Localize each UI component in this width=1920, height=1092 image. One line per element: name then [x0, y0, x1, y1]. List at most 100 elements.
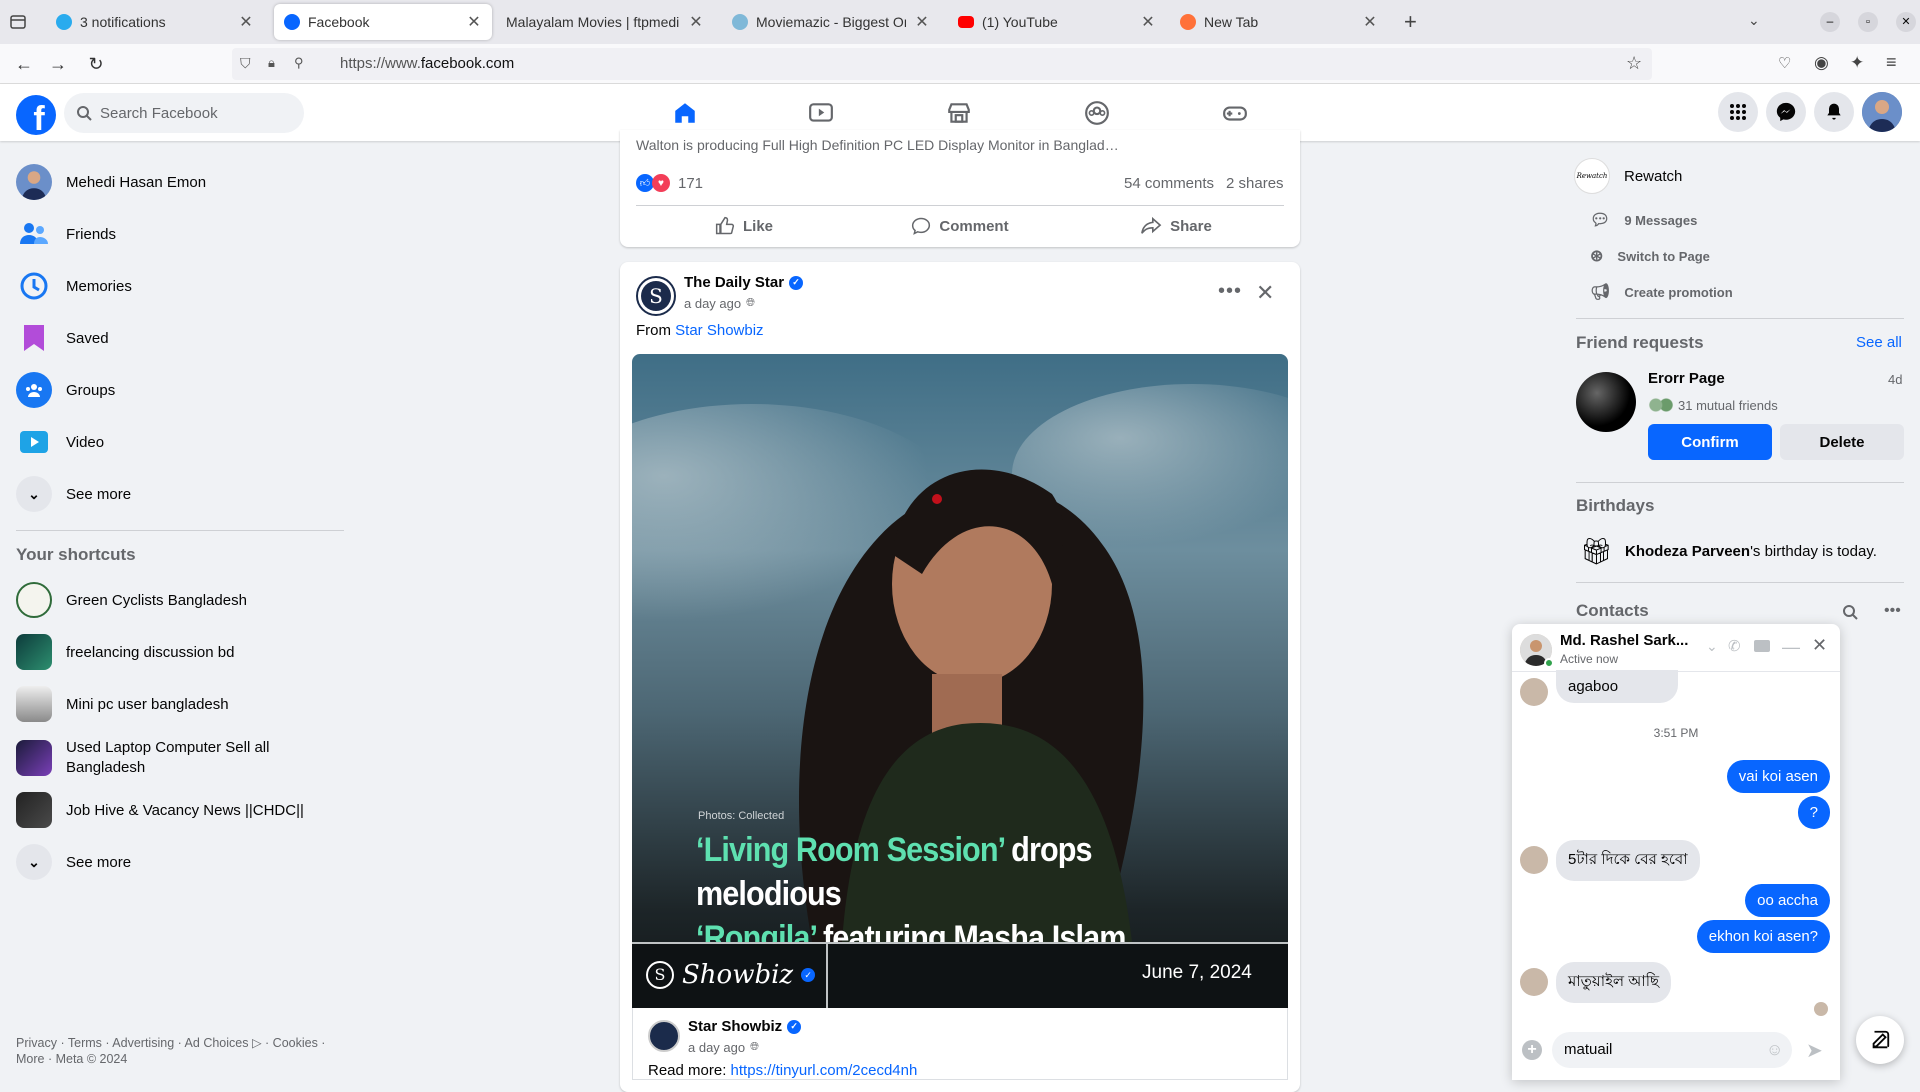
sidebar-item-video[interactable]: Video	[16, 424, 104, 460]
marketplace-icon	[948, 103, 970, 123]
sidebar-item-memories[interactable]: Memories	[16, 268, 132, 304]
source-page-link[interactable]: Star Showbiz	[675, 322, 763, 339]
globe-icon: 🌐︎	[750, 1041, 759, 1053]
browser-tab-newtab[interactable]: New Tab ✕	[1170, 4, 1388, 40]
message-bubble: ?	[1797, 796, 1830, 829]
page-avatar[interactable]: S	[636, 276, 676, 316]
share-button[interactable]: Share	[1068, 210, 1284, 242]
link-preview-snippet[interactable]: Walton is producing Full High Definition…	[636, 137, 1276, 153]
reload-icon[interactable]: ↻	[84, 52, 108, 76]
browser-tab-facebook[interactable]: Facebook ✕	[274, 4, 492, 40]
permissions-icon[interactable]: ⚲	[294, 55, 304, 71]
message-avatar	[1520, 968, 1548, 996]
chat-window: Md. Rashel Sark... Active now ⌄ ✆ — ✕ ag…	[1512, 624, 1840, 1080]
chevron-down-icon[interactable]: ⌄	[1706, 638, 1718, 655]
switch-to-page[interactable]: ⊛ Switch to Page	[1590, 246, 1710, 266]
requester-name[interactable]: Erorr Page	[1648, 370, 1725, 387]
shortcut-item[interactable]: Green Cyclists Bangladesh	[16, 582, 247, 618]
shared-page-avatar[interactable]	[648, 1020, 680, 1052]
minimize-chat-icon[interactable]: —	[1782, 637, 1800, 658]
url-text[interactable]: https://www.facebook.com	[340, 55, 514, 72]
grid-icon	[1730, 104, 1746, 120]
sidebar-item-saved[interactable]: Saved	[16, 320, 109, 356]
bookmark-star-icon[interactable]: ☆	[1626, 53, 1642, 74]
close-window-icon[interactable]: ✕	[1896, 12, 1916, 32]
shield-icon[interactable]: ⛉	[240, 55, 251, 72]
close-tab-icon[interactable]: ✕	[688, 12, 704, 32]
maximize-window-icon[interactable]: ▫	[1858, 12, 1878, 32]
requester-avatar[interactable]	[1576, 372, 1636, 432]
lock-icon[interactable]: 🔒︎	[268, 55, 275, 71]
close-tab-icon[interactable]: ✕	[466, 12, 482, 32]
menu-grid-button[interactable]	[1718, 92, 1758, 132]
post-author[interactable]: The Daily Star ✓	[684, 274, 804, 291]
new-tab-icon[interactable]: +	[1404, 9, 1417, 35]
page-switcher[interactable]: Rewatch Rewatch	[1574, 158, 1682, 194]
pocket-icon[interactable]: ♡	[1778, 54, 1791, 72]
post-time[interactable]: a day ago 🌐︎	[684, 296, 755, 311]
birthday-item[interactable]: 🎁︎ Khodeza Parveen's birthday is today.	[1580, 536, 1877, 567]
send-icon[interactable]: ➤	[1806, 1038, 1823, 1063]
comment-button[interactable]: Comment	[852, 210, 1068, 242]
confirm-button[interactable]: Confirm	[1648, 424, 1772, 460]
page-messages[interactable]: 💬︎ 9 Messages	[1590, 210, 1697, 230]
close-icon[interactable]: ✕	[1256, 280, 1274, 306]
close-chat-icon[interactable]: ✕	[1812, 635, 1827, 656]
extensions-icon[interactable]: ✦	[1850, 53, 1864, 73]
browser-tab-malayalam[interactable]: Malayalam Movies | ftpmedi ✕	[496, 4, 714, 40]
phone-icon[interactable]: ✆	[1728, 637, 1741, 655]
close-tab-icon[interactable]: ✕	[238, 12, 254, 32]
mutual-friends[interactable]: 31 mutual friends	[1648, 397, 1778, 413]
message-input[interactable]: matuail	[1552, 1032, 1792, 1068]
shares-count[interactable]: 2 shares	[1226, 175, 1284, 192]
delete-button[interactable]: Delete	[1780, 424, 1904, 460]
see-more-button[interactable]: ⌄ See more	[16, 476, 131, 512]
app-menu-icon[interactable]: ≡	[1886, 52, 1897, 73]
sidebar-item-friends[interactable]: Friends	[16, 216, 116, 252]
account-icon[interactable]: ◉	[1814, 53, 1829, 73]
facebook-logo-icon[interactable]: f	[16, 95, 56, 135]
shared-author[interactable]: Star Showbiz ✓	[688, 1018, 802, 1035]
close-tab-icon[interactable]: ✕	[914, 12, 930, 32]
post-image[interactable]: Photos: Collected ‘Living Room Session’ …	[632, 354, 1288, 1008]
shortcut-item[interactable]: Job Hive & Vacancy News ||CHDC||	[16, 792, 304, 828]
reactions-summary[interactable]: 👍︎ ♥ 171	[636, 174, 703, 192]
add-attachment-icon[interactable]: +	[1522, 1040, 1542, 1060]
more-options-icon[interactable]: •••	[1218, 280, 1242, 303]
see-more-shortcuts-button[interactable]: ⌄ See more	[16, 844, 131, 880]
chat-contact-name[interactable]: Md. Rashel Sark...	[1560, 632, 1688, 649]
shortcut-item[interactable]: Mini pc user bangladesh	[16, 686, 229, 722]
browser-tab-youtube[interactable]: (1) YouTube ✕	[948, 4, 1166, 40]
search-contacts-icon[interactable]	[1842, 604, 1858, 625]
messenger-icon	[1776, 102, 1796, 122]
forward-icon[interactable]: →	[46, 52, 70, 76]
tab-list-icon[interactable]	[8, 12, 28, 32]
like-button[interactable]: Like	[636, 210, 852, 242]
messenger-button[interactable]	[1766, 92, 1806, 132]
close-tab-icon[interactable]: ✕	[1140, 12, 1156, 32]
read-more-link[interactable]: https://tinyurl.com/2cecd4nh	[731, 1062, 918, 1079]
browser-tab-telegram[interactable]: 3 notifications ✕	[46, 4, 264, 40]
shortcut-item[interactable]: Used Laptop Computer Sell all Bangladesh	[16, 738, 296, 778]
see-all-link[interactable]: See all	[1856, 334, 1902, 351]
new-message-button[interactable]	[1856, 1016, 1904, 1064]
account-avatar[interactable]	[1862, 92, 1902, 132]
shared-time[interactable]: a day ago 🌐︎	[688, 1040, 759, 1055]
comments-count[interactable]: 54 comments	[1124, 175, 1214, 192]
sidebar-item-profile[interactable]: Mehedi Hasan Emon	[16, 164, 206, 200]
search-input[interactable]: Search Facebook	[64, 93, 304, 133]
sidebar-item-groups[interactable]: Groups	[16, 372, 115, 408]
minimize-window-icon[interactable]: –	[1820, 12, 1840, 32]
shortcut-item[interactable]: freelancing discussion bd	[16, 634, 234, 670]
create-promotion[interactable]: 📢︎ Create promotion	[1590, 282, 1733, 302]
message-bubble: agaboo	[1556, 670, 1679, 703]
footer-links[interactable]: Privacy · Terms · Advertising · Ad Choic…	[16, 1035, 325, 1067]
emoji-icon[interactable]: ☺	[1766, 1040, 1783, 1060]
back-icon[interactable]: ←	[12, 52, 36, 76]
notifications-button[interactable]	[1814, 92, 1854, 132]
tab-overflow-icon[interactable]: ⌄	[1748, 12, 1760, 29]
browser-tab-moviemazic[interactable]: Moviemazic - Biggest Onl ✕	[722, 4, 940, 40]
close-tab-icon[interactable]: ✕	[1362, 12, 1378, 32]
contacts-options-icon[interactable]: •••	[1884, 602, 1901, 620]
video-call-icon[interactable]	[1754, 640, 1770, 652]
